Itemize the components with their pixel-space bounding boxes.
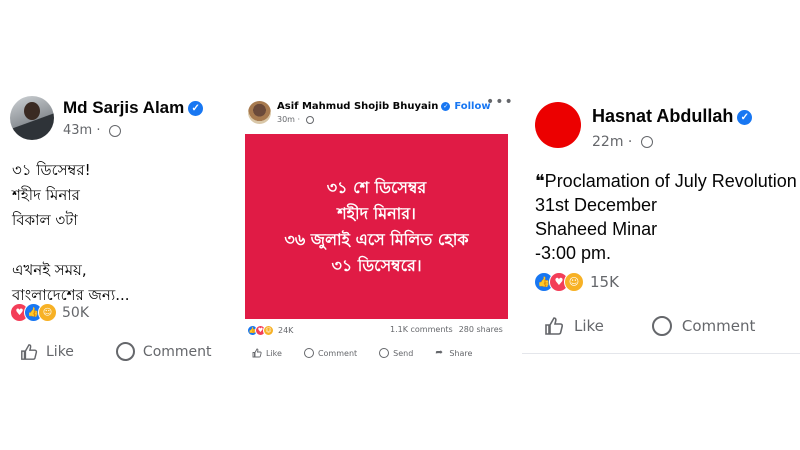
globe-icon bbox=[640, 136, 653, 148]
comment-icon bbox=[651, 316, 672, 336]
post-text: ৩১ ডিসেম্বর! শহীদ মিনার বিকাল ৩টা এখনই স… bbox=[12, 158, 130, 308]
share-arrow-icon: ➦ bbox=[435, 348, 443, 358]
share-button[interactable]: ➦ Share bbox=[435, 348, 472, 358]
timestamp[interactable]: 43m bbox=[63, 123, 92, 138]
care-reaction-icon: ☺ bbox=[263, 325, 274, 336]
comments-count[interactable]: 1.1K comments bbox=[390, 325, 453, 334]
like-label: Like bbox=[266, 348, 282, 358]
post-text: ❝Proclamation of July Revolution 31st De… bbox=[535, 169, 800, 265]
reaction-count[interactable]: 24K bbox=[278, 326, 293, 335]
comment-icon bbox=[115, 342, 135, 361]
engagement-stats: 1.1K comments 280 shares bbox=[390, 325, 503, 334]
verified-badge-icon: ✓ bbox=[188, 101, 204, 117]
globe-icon bbox=[305, 115, 314, 124]
thumbs-up-icon bbox=[252, 348, 262, 358]
comment-button[interactable]: Comment bbox=[651, 316, 756, 336]
avatar[interactable] bbox=[535, 102, 581, 148]
verified-badge-icon: ✓ bbox=[737, 109, 753, 125]
comment-icon bbox=[303, 348, 314, 358]
reaction-count[interactable]: 50K bbox=[62, 305, 89, 321]
like-label: Like bbox=[574, 317, 604, 335]
verified-badge-icon: ✓ bbox=[441, 101, 451, 111]
send-label: Send bbox=[393, 348, 414, 358]
post-line: 31st December bbox=[535, 195, 658, 215]
author-name[interactable]: Md Sarjis Alam ✓ bbox=[63, 98, 204, 118]
comment-button[interactable]: Comment bbox=[303, 348, 358, 358]
care-reaction-icon: ☺ bbox=[38, 303, 57, 322]
post-line: -3:00 pm. bbox=[535, 243, 612, 263]
reaction-summary[interactable]: 👍 ♥ ☺ 15K bbox=[534, 272, 619, 292]
thumbs-up-icon bbox=[545, 317, 564, 335]
action-bar: Like Comment bbox=[20, 342, 212, 361]
care-reaction-icon: ☺ bbox=[564, 272, 584, 292]
send-button[interactable]: Send bbox=[379, 348, 413, 358]
post-line: শহীদ মিনার bbox=[12, 186, 80, 204]
action-bar: Like Comment bbox=[544, 316, 755, 336]
post-meta: 30m · bbox=[277, 115, 314, 124]
thumbs-up-icon bbox=[21, 343, 38, 360]
post-line: ৩১ ডিসেম্বর! bbox=[12, 161, 91, 179]
avatar[interactable] bbox=[10, 96, 54, 140]
post-line: ❝Proclamation of July Revolution bbox=[535, 171, 797, 191]
post-line: এখনই সময়, bbox=[12, 261, 87, 279]
card-line: ৩৬ জুলাই এসে মিলিত হোক bbox=[284, 229, 469, 249]
card-line: ৩১ ডিসেম্বরে। bbox=[331, 255, 422, 275]
reaction-count[interactable]: 15K bbox=[590, 273, 619, 291]
author-name-text[interactable]: Md Sarjis Alam bbox=[63, 98, 184, 117]
comment-label: Comment bbox=[317, 348, 358, 358]
shares-count[interactable]: 280 shares bbox=[459, 325, 503, 334]
like-button[interactable]: Like bbox=[544, 316, 604, 336]
post-line-blank bbox=[12, 233, 130, 258]
reaction-summary[interactable]: 👍 ♥ ☺ 24K bbox=[247, 325, 293, 336]
author-name-text[interactable]: Asif Mahmud Shojib Bhuyain bbox=[277, 101, 438, 112]
action-bar: Like Comment Send ➦ Share bbox=[252, 348, 494, 358]
globe-icon bbox=[108, 124, 121, 137]
comment-button[interactable]: Comment bbox=[115, 342, 212, 361]
reaction-summary[interactable]: ♥ 👍 ☺ 50K bbox=[10, 303, 89, 322]
share-label: Share bbox=[449, 348, 473, 358]
card-line: ৩১ শে ডিসেম্বর bbox=[326, 177, 427, 197]
like-button[interactable]: Like bbox=[20, 343, 74, 361]
card-line: শহীদ মিনার। bbox=[337, 203, 416, 223]
divider bbox=[522, 353, 800, 354]
messenger-icon bbox=[379, 348, 390, 358]
timestamp[interactable]: 30m bbox=[277, 115, 295, 124]
post-line: বিকাল ৩টা bbox=[12, 211, 78, 229]
author-name-text[interactable]: Hasnat Abdullah bbox=[592, 106, 733, 126]
comment-label: Comment bbox=[681, 317, 756, 335]
text-background-card: ৩১ শে ডিসেম্বর শহীদ মিনার। ৩৬ জুলাই এসে … bbox=[245, 134, 508, 319]
author-name: Hasnat Abdullah ✓ bbox=[592, 106, 753, 127]
avatar[interactable] bbox=[248, 101, 271, 124]
like-label: Like bbox=[46, 343, 74, 360]
author-name: Asif Mahmud Shojib Bhuyain ✓ Follow bbox=[277, 101, 491, 112]
more-options-icon[interactable]: ••• bbox=[486, 94, 514, 110]
timestamp[interactable]: 22m bbox=[592, 134, 623, 150]
post-meta: 43m · bbox=[63, 123, 121, 138]
post-line: Shaheed Minar bbox=[535, 219, 658, 239]
like-button[interactable]: Like bbox=[252, 348, 282, 358]
comment-label: Comment bbox=[142, 343, 212, 360]
post-meta: 22m · bbox=[592, 134, 653, 150]
